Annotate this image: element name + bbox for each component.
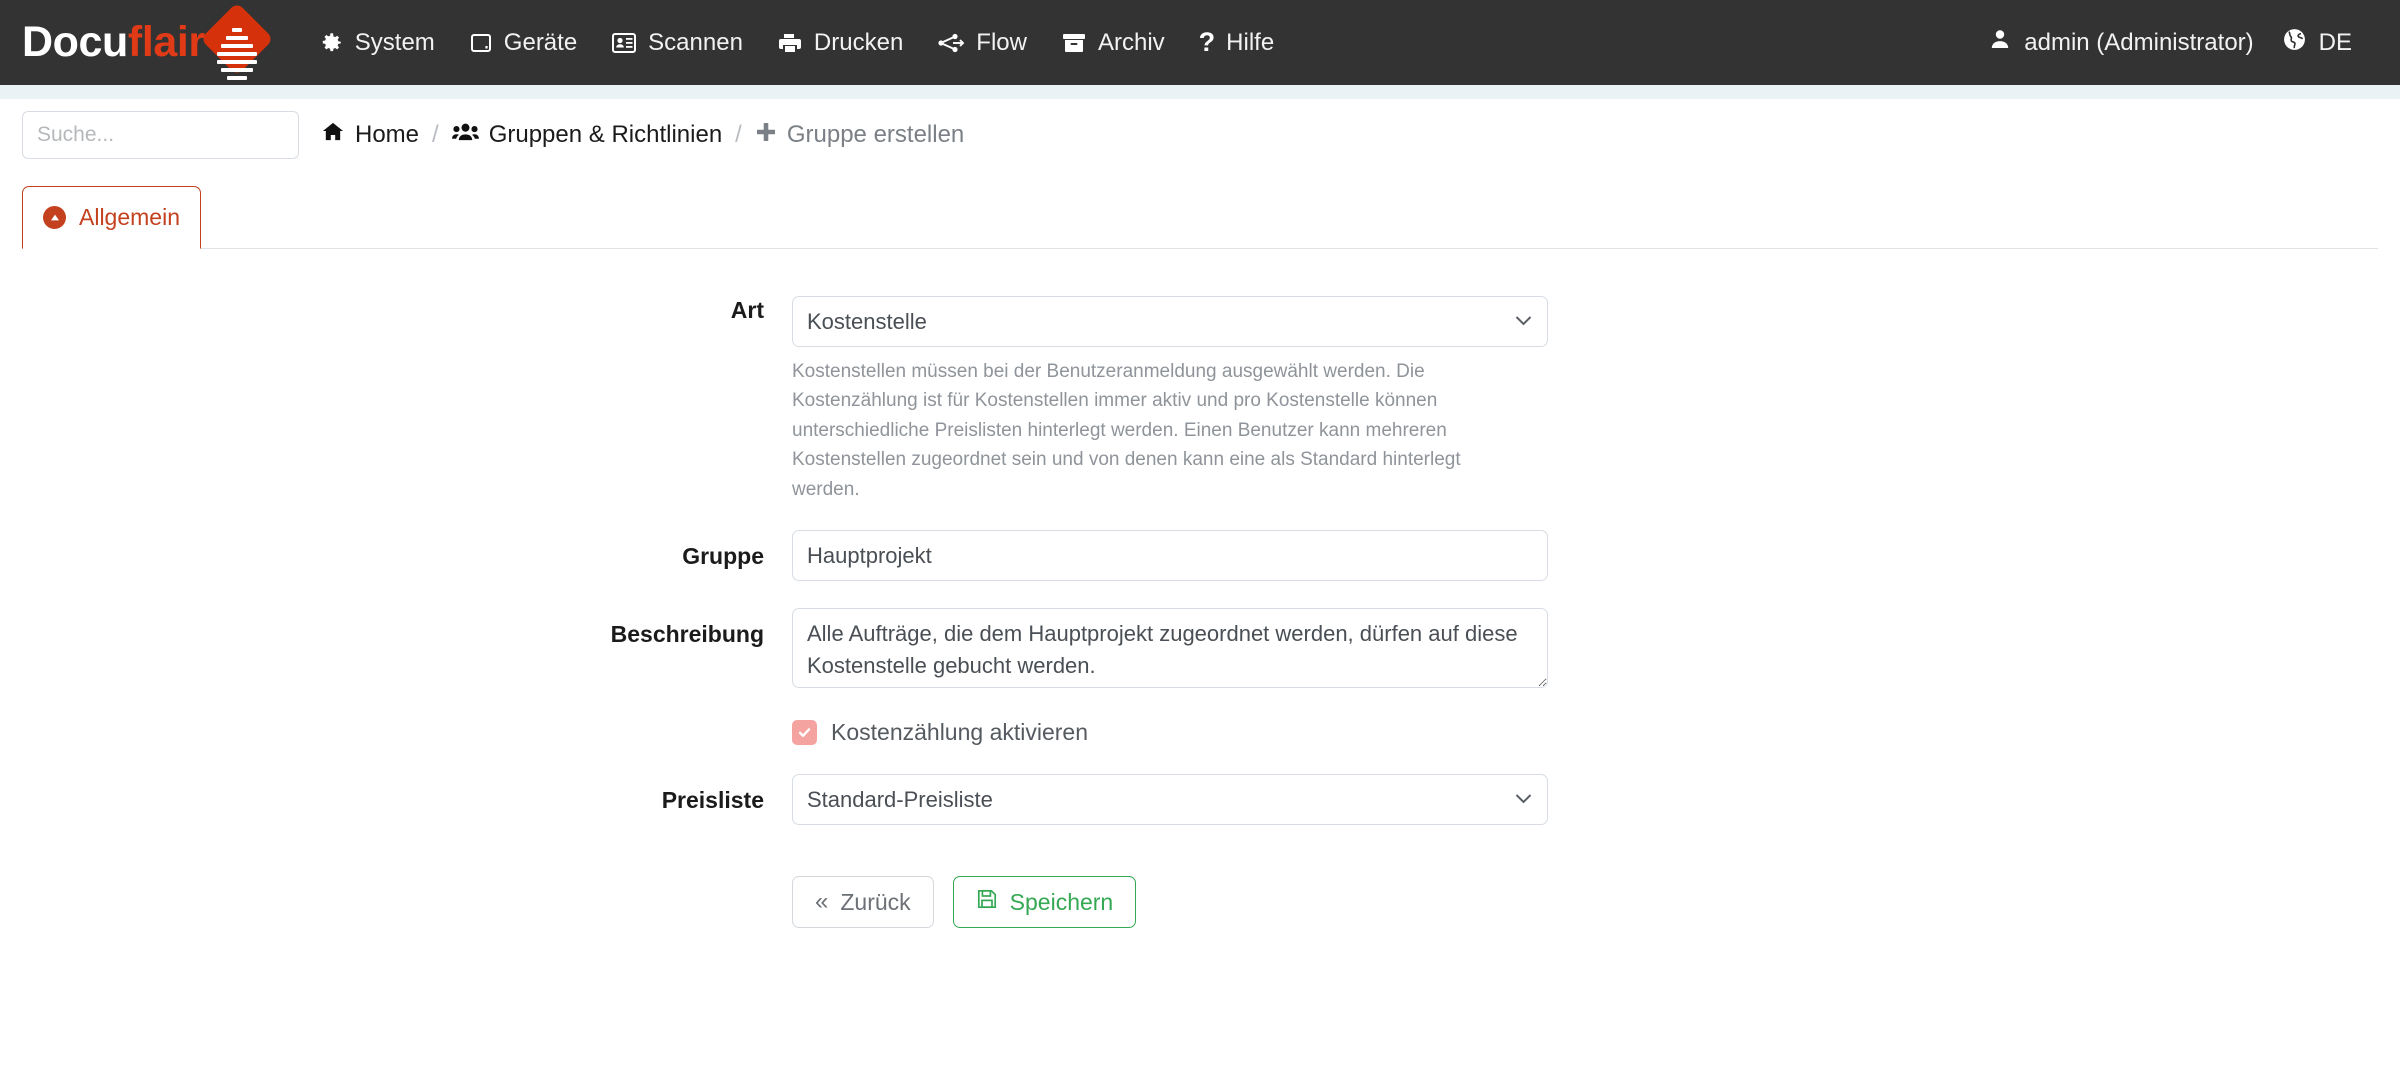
language-label: DE: [2319, 29, 2352, 57]
subheader-strip: [0, 85, 2400, 99]
user-menu[interactable]: admin (Administrator): [1974, 19, 2267, 66]
field-art: Kostenstelle Kostenstellen müssen bei de…: [792, 296, 1548, 504]
breadcrumb-label: Home: [355, 121, 419, 149]
main-nav: System Geräte: [301, 21, 1291, 65]
nav-item-label: System: [355, 29, 435, 57]
nav-item-scannen[interactable]: Scannen: [594, 21, 760, 65]
floppy-disk-icon: [976, 888, 998, 916]
label-art: Art: [0, 296, 792, 326]
breadcrumb-label: Gruppe erstellen: [787, 121, 964, 149]
back-button-label: Zurück: [840, 889, 910, 916]
brand-diamond-icon: [201, 13, 265, 77]
form-row-kostenzaehlung: Kostenzählung aktivieren: [0, 717, 2400, 746]
form-row-gruppe: Gruppe: [0, 530, 2400, 581]
brand-wordmark: Docuflair: [22, 21, 205, 64]
kostenzaehlung-label: Kostenzählung aktivieren: [831, 719, 1088, 746]
brand-text-docu: Docu: [22, 18, 128, 66]
tab-section: Allgemein: [0, 186, 2400, 249]
brand-text-flair: flair: [128, 18, 205, 66]
home-icon: [321, 120, 345, 150]
nav-item-label: Scannen: [648, 29, 743, 57]
label-gruppe: Gruppe: [0, 530, 792, 572]
question-mark-icon: ?: [1199, 29, 1216, 56]
breadcrumb-label: Gruppen & Richtlinien: [489, 121, 722, 149]
kostenzaehlung-checkbox[interactable]: [792, 720, 817, 745]
label-preisliste: Preisliste: [0, 774, 792, 816]
nav-right-group: admin (Administrator) DE: [1974, 19, 2366, 67]
art-select-wrapper[interactable]: Kostenstelle: [792, 296, 1548, 347]
user-icon: [1988, 27, 2012, 58]
share-nodes-icon: [937, 31, 965, 55]
printer-icon: [777, 31, 803, 55]
save-button-label: Speichern: [1010, 889, 1114, 916]
globe-icon: [2282, 27, 2307, 59]
nav-item-archiv[interactable]: Archiv: [1044, 21, 1182, 65]
preisliste-select-wrapper[interactable]: Standard-Preisliste: [792, 774, 1548, 825]
kostenzaehlung-checkbox-row[interactable]: Kostenzählung aktivieren: [792, 717, 1548, 746]
form-row-preisliste: Preisliste Standard-Preisliste: [0, 774, 2400, 825]
users-icon: [452, 120, 479, 150]
user-name-label: admin (Administrator): [2024, 29, 2253, 57]
nav-item-label: Drucken: [814, 29, 903, 57]
gear-icon: [318, 30, 344, 56]
field-actions: « Zurück Speichern: [792, 874, 1548, 928]
breadcrumb-separator: /: [432, 121, 439, 149]
beschreibung-textarea[interactable]: Alle Aufträge, die dem Hauptprojekt zuge…: [792, 608, 1548, 688]
nav-item-system[interactable]: System: [301, 21, 452, 65]
display-icon: [469, 31, 493, 55]
nav-item-label: Flow: [976, 29, 1027, 57]
action-buttons: « Zurück Speichern: [792, 874, 1548, 928]
field-kostenzaehlung: Kostenzählung aktivieren: [792, 717, 1548, 746]
breadcrumb-separator: /: [735, 121, 742, 149]
id-card-icon: [611, 31, 637, 55]
form-row-beschreibung: Beschreibung Alle Aufträge, die dem Haup…: [0, 608, 2400, 693]
top-navbar: Docuflair System: [0, 0, 2400, 85]
form-row-actions: « Zurück Speichern: [0, 874, 2400, 928]
breadcrumb-item-gruppen-richtlinien[interactable]: Gruppen & Richtlinien: [452, 120, 722, 150]
nav-item-label: Hilfe: [1226, 29, 1274, 57]
field-gruppe: [792, 530, 1548, 581]
gruppe-input[interactable]: [792, 530, 1548, 581]
art-select[interactable]: Kostenstelle: [792, 296, 1548, 347]
tab-allgemein[interactable]: Allgemein: [22, 186, 201, 249]
art-help-text: Kostenstellen müssen bei der Benutzeranm…: [792, 347, 1492, 504]
exclamation-circle-icon: [43, 206, 66, 229]
breadcrumb: Home / Gruppen & Richtlinien /: [321, 120, 964, 150]
label-beschreibung: Beschreibung: [0, 608, 792, 650]
nav-item-geraete[interactable]: Geräte: [452, 21, 594, 65]
nav-item-label: Archiv: [1098, 29, 1165, 57]
nav-item-hilfe[interactable]: ? Hilfe: [1182, 21, 1292, 65]
breadcrumb-item-gruppe-erstellen: Gruppe erstellen: [755, 121, 964, 150]
field-beschreibung: Alle Aufträge, die dem Hauptprojekt zuge…: [792, 608, 1548, 693]
tab-row: Allgemein: [22, 186, 2378, 249]
plus-icon: [755, 121, 777, 150]
nav-item-label: Geräte: [504, 29, 577, 57]
back-button[interactable]: « Zurück: [792, 876, 934, 928]
language-selector[interactable]: DE: [2268, 19, 2366, 67]
breadcrumb-bar: Home / Gruppen & Richtlinien /: [0, 99, 2400, 172]
field-preisliste: Standard-Preisliste: [792, 774, 1548, 825]
group-create-form: Art Kostenstelle Kostenstellen müssen be…: [0, 249, 2400, 928]
nav-item-flow[interactable]: Flow: [920, 21, 1044, 65]
tab-label: Allgemein: [79, 204, 180, 231]
box-archive-icon: [1061, 31, 1087, 55]
nav-item-drucken[interactable]: Drucken: [760, 21, 920, 65]
search-input[interactable]: [22, 111, 299, 159]
double-chevron-left-icon: «: [815, 890, 828, 914]
preisliste-select[interactable]: Standard-Preisliste: [792, 774, 1548, 825]
breadcrumb-item-home[interactable]: Home: [321, 120, 419, 150]
save-button[interactable]: Speichern: [953, 876, 1137, 928]
form-row-art: Art Kostenstelle Kostenstellen müssen be…: [0, 296, 2400, 504]
brand-logo[interactable]: Docuflair: [22, 0, 265, 85]
